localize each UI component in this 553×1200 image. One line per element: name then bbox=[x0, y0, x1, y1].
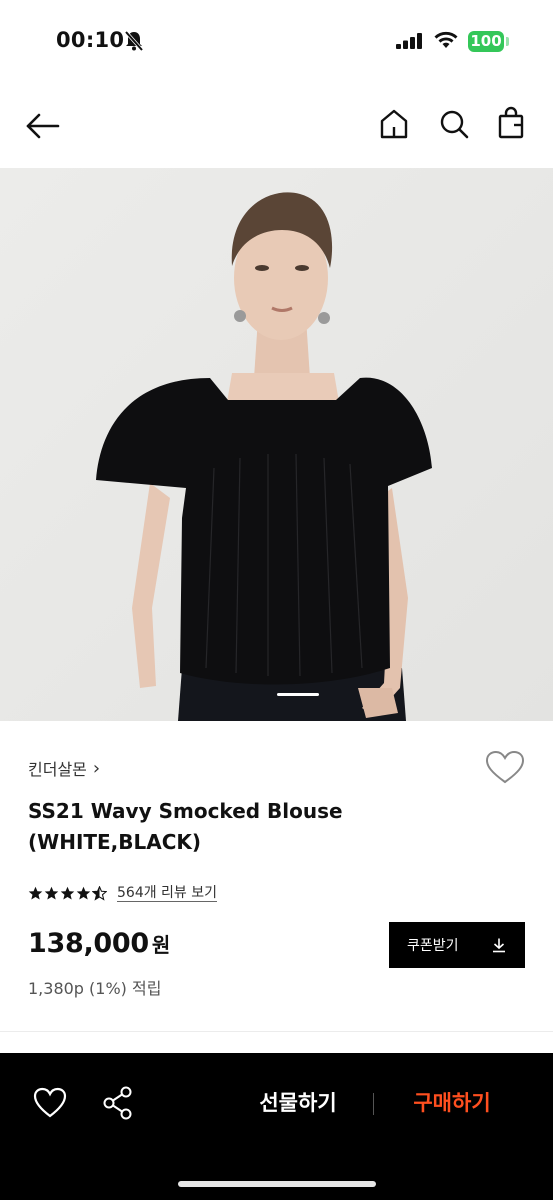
buy-button[interactable]: 구매하기 bbox=[394, 1085, 510, 1121]
gift-button[interactable]: 선물하기 bbox=[240, 1085, 356, 1121]
chevron-right-icon: › bbox=[92, 757, 101, 779]
search-icon bbox=[440, 110, 469, 139]
download-icon bbox=[493, 938, 505, 953]
bottom-wishlist-button[interactable] bbox=[30, 1083, 70, 1123]
section-divider bbox=[0, 1031, 553, 1032]
bell-muted-icon bbox=[124, 30, 144, 52]
carousel-indicator bbox=[277, 693, 319, 696]
points-info: 1,380p (1%) 적립 bbox=[28, 979, 162, 998]
star-icon bbox=[44, 886, 59, 899]
review-link[interactable]: 564개 리뷰 보기 bbox=[117, 885, 218, 902]
product-image[interactable] bbox=[0, 168, 553, 721]
bottom-action-bar: 선물하기 구매하기 bbox=[0, 1053, 553, 1200]
product-title-line2: (WHITE,BLACK) bbox=[28, 830, 202, 854]
coupon-button-label: 쿠폰받기 bbox=[407, 938, 459, 954]
home-button[interactable] bbox=[374, 104, 414, 144]
coupon-button[interactable]: 쿠폰받기 bbox=[389, 922, 525, 968]
status-time: 00:10 bbox=[56, 28, 125, 52]
wifi-icon bbox=[434, 31, 458, 48]
back-button[interactable] bbox=[20, 104, 64, 148]
shopping-bag-icon bbox=[498, 106, 524, 139]
star-icon bbox=[28, 886, 43, 899]
price-row: 138,000 원 bbox=[28, 928, 170, 959]
app-header bbox=[0, 84, 553, 168]
rating-row: 564개 리뷰 보기 bbox=[28, 882, 218, 904]
search-button[interactable] bbox=[434, 104, 474, 144]
cellular-signal-icon bbox=[396, 33, 422, 49]
share-button[interactable] bbox=[98, 1083, 138, 1123]
currency: 원 bbox=[151, 933, 171, 957]
status-bar: 00:10 100 bbox=[0, 0, 553, 84]
home-indicator bbox=[178, 1181, 376, 1187]
wishlist-button[interactable] bbox=[485, 750, 525, 786]
home-icon bbox=[380, 109, 408, 139]
heart-icon bbox=[485, 750, 525, 784]
bar-separator bbox=[373, 1093, 374, 1115]
heart-icon bbox=[33, 1087, 67, 1118]
back-arrow-icon bbox=[26, 113, 60, 139]
battery-indicator: 100 bbox=[468, 31, 504, 52]
star-rating bbox=[28, 885, 107, 901]
battery-cap bbox=[506, 37, 509, 46]
brand-link[interactable]: 킨더살몬 › bbox=[28, 756, 100, 780]
product-title: SS21 Wavy Smocked Blouse (WHITE,BLACK) bbox=[28, 796, 468, 858]
star-icon bbox=[60, 886, 75, 899]
brand-name: 킨더살몬 bbox=[28, 760, 87, 779]
star-icon bbox=[76, 886, 91, 899]
share-icon bbox=[103, 1086, 132, 1120]
price: 138,000 bbox=[28, 928, 149, 959]
half-star-icon bbox=[92, 885, 107, 901]
product-title-line1: SS21 Wavy Smocked Blouse bbox=[28, 799, 343, 823]
shopping-bag-button[interactable] bbox=[492, 104, 532, 144]
product-photo bbox=[0, 168, 553, 721]
